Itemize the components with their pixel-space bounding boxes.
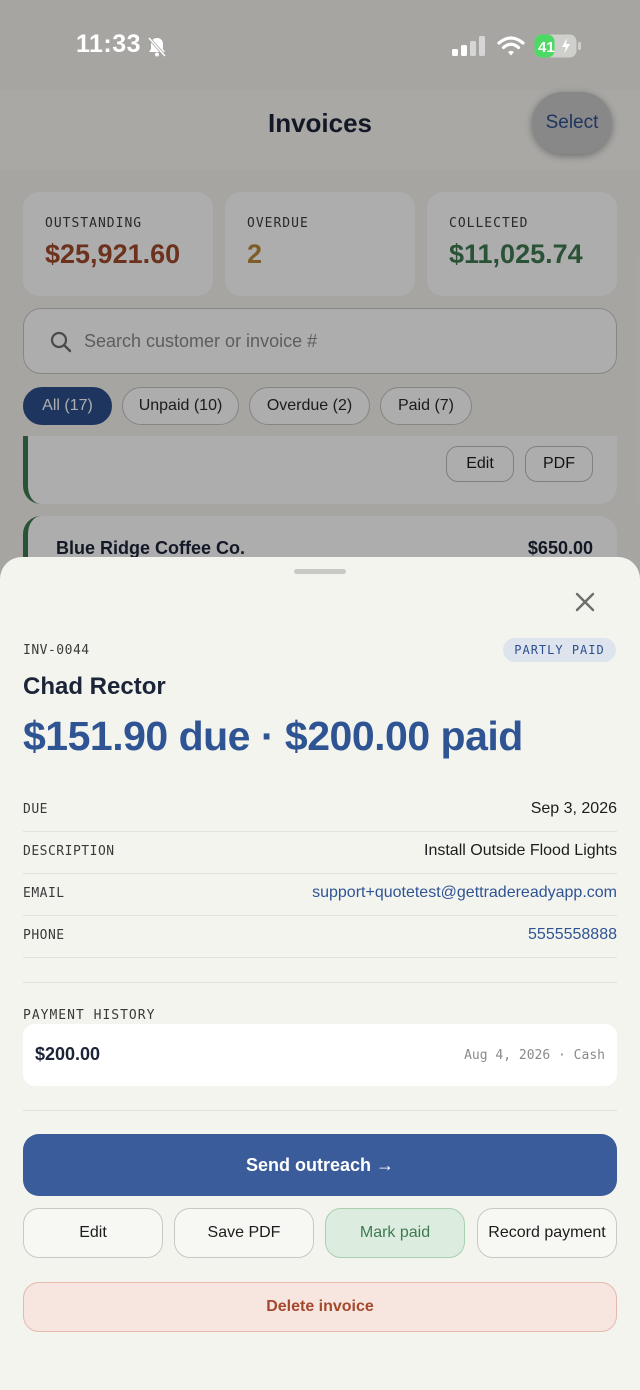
detail-label: PHONE	[23, 928, 65, 943]
payment-history-label: PAYMENT HISTORY	[23, 1008, 156, 1023]
detail-label: DUE	[23, 802, 48, 817]
send-outreach-button[interactable]: Send outreach →	[23, 1134, 617, 1196]
mark-paid-button[interactable]: Mark paid	[325, 1208, 465, 1258]
phone-link[interactable]: 5555558888	[528, 926, 617, 944]
detail-value: Sep 3, 2026	[530, 800, 617, 817]
payment-history-entry: $200.00 Aug 4, 2026 · Cash	[23, 1024, 617, 1086]
customer-name: Chad Rector	[23, 673, 166, 700]
detail-label: EMAIL	[23, 886, 65, 901]
sheet-grabber[interactable]	[294, 569, 346, 574]
detail-row-description: DESCRIPTION Install Outside Flood Lights	[23, 832, 617, 874]
close-icon[interactable]	[572, 589, 598, 615]
detail-row-phone: PHONE 5555558888	[23, 916, 617, 958]
detail-label: DESCRIPTION	[23, 844, 115, 859]
bell-muted-icon	[147, 37, 167, 57]
battery-level: 41	[538, 39, 555, 56]
detail-value: Install Outside Flood Lights	[424, 842, 617, 859]
record-payment-button[interactable]: Record payment	[477, 1208, 617, 1258]
email-link[interactable]: support+quotetest@gettradereadyapp.com	[312, 884, 617, 902]
invoice-number: INV-0044	[23, 643, 90, 658]
status-bar: 11:33 41	[0, 0, 640, 90]
divider	[23, 1110, 617, 1111]
payment-meta: Aug 4, 2026 · Cash	[464, 1048, 605, 1063]
payment-amount: $200.00	[35, 1044, 101, 1064]
status-time: 11:33	[76, 30, 142, 58]
status-badge: PARTLY PAID	[503, 638, 616, 662]
edit-button[interactable]: Edit	[23, 1208, 163, 1258]
detail-row-email: EMAIL support+quotetest@gettradereadyapp…	[23, 874, 617, 916]
amount-summary: $151.90 due · $200.00 paid	[23, 713, 523, 759]
signal-icon	[452, 36, 485, 56]
invoice-detail-sheet: INV-0044 PARTLY PAID Chad Rector $151.90…	[0, 557, 640, 1390]
delete-invoice-button[interactable]: Delete invoice	[23, 1282, 617, 1332]
battery-icon: 41	[534, 34, 581, 58]
detail-row-due: DUE Sep 3, 2026	[23, 790, 617, 832]
wifi-icon	[497, 36, 525, 56]
save-pdf-button[interactable]: Save PDF	[174, 1208, 314, 1258]
divider	[23, 982, 617, 983]
